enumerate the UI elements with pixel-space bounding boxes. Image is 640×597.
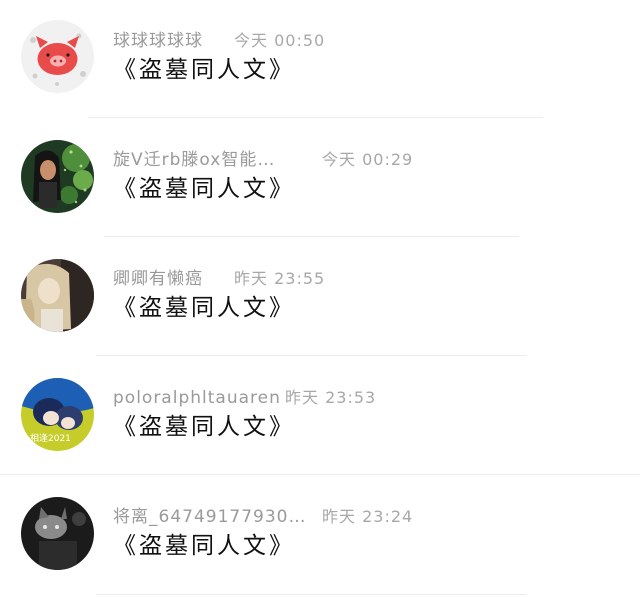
comment-item[interactable]: 相逢2021 poloralphltauaren 昨天 23:53 《盗墓同人文… bbox=[0, 357, 640, 476]
comment-author[interactable]: 旋V迁rb滕ox智能… bbox=[113, 148, 275, 172]
divider bbox=[0, 474, 640, 475]
comment-item[interactable]: 将离_64749177930… 昨天 23:24 《盗墓同人文》 bbox=[0, 476, 640, 595]
divider bbox=[104, 236, 519, 237]
comment-item[interactable]: 旋V迁rb滕ox智能… 今天 00:29 《盗墓同人文》 bbox=[0, 119, 640, 238]
comment-item[interactable]: 卿卿有懒癌 昨天 23:55 《盗墓同人文》 bbox=[0, 238, 640, 357]
pig-icon bbox=[21, 20, 94, 93]
pig-avatar[interactable] bbox=[21, 20, 94, 93]
comment-author[interactable]: 将离_64749177930… bbox=[113, 505, 306, 529]
comment-time: 昨天 23:24 bbox=[322, 507, 414, 526]
anime-girl-green-avatar[interactable] bbox=[21, 140, 94, 213]
comment-list: 球球球球球 今天 00:50 《盗墓同人文》 旋V迁rb滕ox智能… 今天 00… bbox=[0, 0, 640, 597]
avatar-badge: 相逢2021 bbox=[30, 432, 71, 444]
comment-text: 《盗墓同人文》 bbox=[113, 533, 295, 559]
comment-author[interactable]: poloralphltauaren bbox=[113, 386, 281, 410]
divider bbox=[88, 117, 543, 118]
comment-text: 《盗墓同人文》 bbox=[113, 57, 295, 83]
comment-time: 昨天 23:55 bbox=[234, 269, 326, 288]
divider bbox=[96, 594, 526, 595]
comment-time: 今天 00:29 bbox=[322, 150, 414, 169]
cat-dark-avatar[interactable] bbox=[21, 497, 94, 570]
anime-girl-icon bbox=[21, 259, 94, 332]
comment-author[interactable]: 卿卿有懒癌 bbox=[113, 267, 203, 291]
anime-girl-blonde-avatar[interactable] bbox=[21, 259, 94, 332]
comment-author[interactable]: 球球球球球 bbox=[113, 29, 203, 53]
comment-item[interactable]: 球球球球球 今天 00:50 《盗墓同人文》 bbox=[0, 0, 640, 119]
cat-icon bbox=[21, 497, 94, 570]
comment-text: 《盗墓同人文》 bbox=[113, 414, 295, 440]
anime-girl-icon bbox=[21, 140, 94, 213]
anime-couple-icon: 相逢2021 bbox=[21, 378, 94, 451]
divider bbox=[96, 355, 526, 356]
comment-time: 昨天 23:53 bbox=[285, 388, 377, 407]
comment-text: 《盗墓同人文》 bbox=[113, 176, 295, 202]
comment-text: 《盗墓同人文》 bbox=[113, 295, 295, 321]
anime-couple-blue-avatar[interactable]: 相逢2021 bbox=[21, 378, 94, 451]
comment-time: 今天 00:50 bbox=[234, 31, 326, 50]
